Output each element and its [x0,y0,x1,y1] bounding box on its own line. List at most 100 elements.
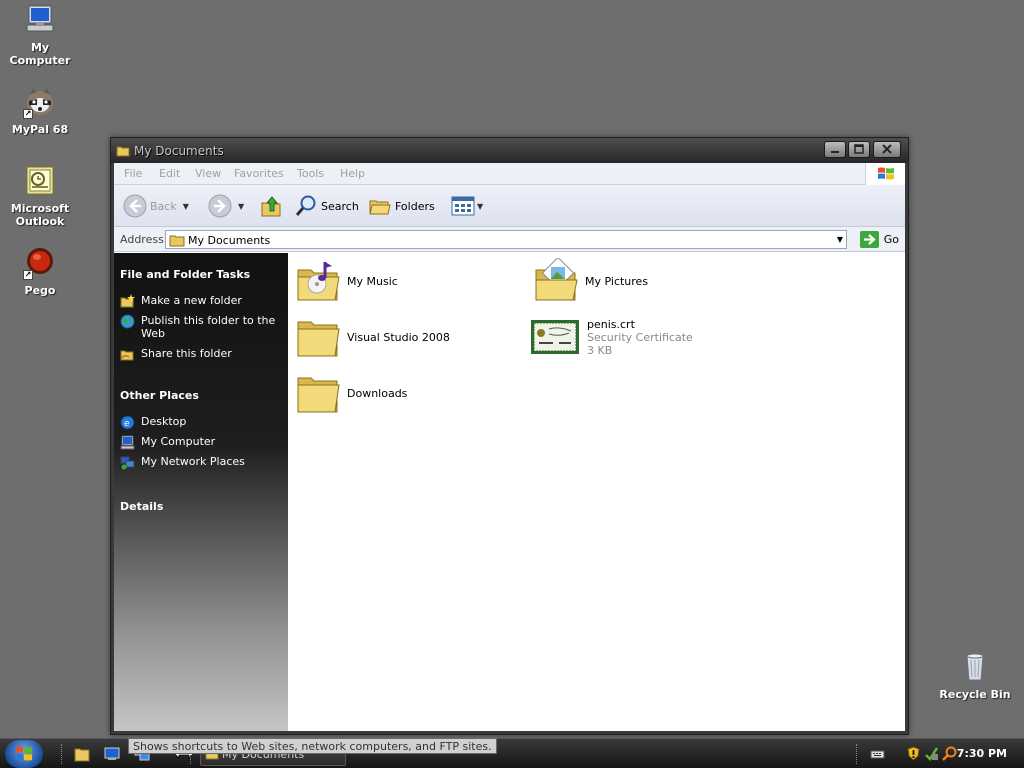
place-label: Desktop [141,415,187,428]
details-header[interactable]: Details [120,500,163,513]
desktop-icon-outlook[interactable]: Microsoft Outlook [0,164,80,228]
search-button[interactable]: Search [294,193,359,219]
file-folder-tasks-header[interactable]: File and Folder Tasks [120,268,250,281]
address-label: Address [120,233,164,246]
maximize-icon [854,144,864,154]
menu-favorites[interactable]: Favorites [234,167,284,180]
new-folder-icon [120,294,135,308]
task-pane: File and Folder Tasks Make a new folder … [114,253,288,731]
network-status-icon[interactable] [924,746,939,761]
menu-view[interactable]: View [195,167,221,180]
window-title: My Documents [134,144,224,158]
pictures-folder-icon [533,258,579,304]
forward-arrow-icon [208,194,232,218]
back-arrow-icon [123,194,147,218]
file-item-visual-studio-2008[interactable]: Visual Studio 2008 [295,314,450,360]
menu-help[interactable]: Help [340,167,365,180]
taskbar-grip[interactable] [61,744,64,764]
task-make-new-folder[interactable]: Make a new folder [120,294,285,308]
pego-red-orb-icon: ↗ [23,246,57,280]
quicklaunch-show-desktop-icon[interactable] [104,746,120,762]
views-button[interactable]: ▼ [451,193,483,219]
desktop-icon-label: My Computer [9,41,71,67]
minimize-icon [831,151,839,153]
file-name: My Music [347,274,398,288]
file-item-certificate[interactable]: penis.crt Security Certificate 3 KB [529,314,693,360]
shortcut-arrow-icon: ↗ [23,109,33,119]
up-folder-icon [261,196,281,217]
windows-logo [865,163,905,185]
task-label: Publish this folder to the Web [141,314,276,340]
other-places-header[interactable]: Other Places [120,389,199,402]
maximize-button[interactable] [848,141,870,158]
keyboard-icon[interactable] [870,746,885,761]
outlook-icon [23,164,57,198]
start-button[interactable] [5,740,43,768]
desktop-icon-pego[interactable]: ↗ Pego [0,246,80,297]
menu-file[interactable]: File [124,167,142,180]
back-button[interactable]: Back ▼ [123,193,189,219]
desktop-icon-label: MyPal 68 [11,123,69,136]
file-item-my-music[interactable]: My Music [295,258,398,304]
file-item-downloads[interactable]: Downloads [295,370,407,416]
file-size: 3 KB [587,343,613,357]
place-my-network-places[interactable]: My Network Places [120,455,285,470]
window-titlebar[interactable]: My Documents [111,138,908,163]
desktop-icon-my-computer[interactable]: My Computer [0,3,80,67]
menu-tools[interactable]: Tools [297,167,324,180]
folder-icon [295,370,341,416]
address-input[interactable]: My Documents ▼ [165,230,847,249]
security-shield-icon[interactable] [906,746,921,761]
folders-icon [369,200,391,215]
toolbar: Back ▼ ▼ Search Folders ▼ [114,185,905,227]
place-label: My Computer [141,435,216,448]
search-icon [295,195,316,216]
clock[interactable]: 7:30 PM [957,747,1007,760]
desktop-icon-label: Microsoft Outlook [10,202,70,228]
search-label: Search [321,199,359,213]
desktop-icon: e [120,415,135,430]
forward-dropdown-icon[interactable]: ▼ [238,202,244,211]
task-share-folder[interactable]: Share this folder [120,347,285,361]
desktop-icon-recycle-bin[interactable]: Recycle Bin [935,650,1015,701]
desktop-icon-label: Recycle Bin [939,688,1011,701]
place-desktop[interactable]: e Desktop [120,415,285,430]
folder-icon [295,314,341,360]
share-folder-icon [120,350,134,361]
folders-label: Folders [395,199,435,213]
file-name: Visual Studio 2008 [347,330,450,344]
file-item-my-pictures[interactable]: My Pictures [533,258,648,304]
go-button[interactable]: Go [859,230,899,249]
tray-grip[interactable] [856,744,859,764]
back-dropdown-icon[interactable]: ▼ [183,202,189,211]
desktop-icon-mypal[interactable]: ↗ MyPal 68 [0,85,80,136]
explorer-window: My Documents File Edit View Favorites To… [110,137,909,735]
music-folder-icon [295,258,341,304]
up-folder-button[interactable] [259,193,283,219]
shortcut-arrow-icon: ↗ [23,270,33,280]
forward-button[interactable]: ▼ [208,193,244,219]
my-computer-icon [23,3,57,37]
task-publish-folder[interactable]: Publish this folder to the Web [120,314,285,340]
file-list: My Music My Pictures Visual Studio 2008 [289,253,905,731]
go-label: Go [883,233,899,246]
search-tray-icon[interactable] [942,746,957,761]
my-computer-icon [120,435,135,450]
mypal-raccoon-icon: ↗ [23,85,57,119]
folders-button[interactable]: Folders [368,193,435,219]
system-tray: 7:30 PM [854,739,1024,768]
place-my-computer[interactable]: My Computer [120,435,285,450]
svg-text:e: e [124,419,130,429]
go-arrow-icon [859,231,879,248]
quicklaunch-explorer-icon[interactable] [74,746,90,762]
minimize-button[interactable] [824,141,846,158]
file-type: Security Certificate [587,330,693,344]
address-dropdown-icon[interactable]: ▼ [837,235,843,244]
menu-edit[interactable]: Edit [159,167,180,180]
file-name: Downloads [347,386,408,400]
views-dropdown-icon[interactable]: ▼ [477,202,483,211]
task-label: Share this folder [141,347,232,360]
menu-bar: File Edit View Favorites Tools Help [114,163,905,185]
close-button[interactable] [873,141,901,158]
windows-flag-icon [877,167,894,180]
